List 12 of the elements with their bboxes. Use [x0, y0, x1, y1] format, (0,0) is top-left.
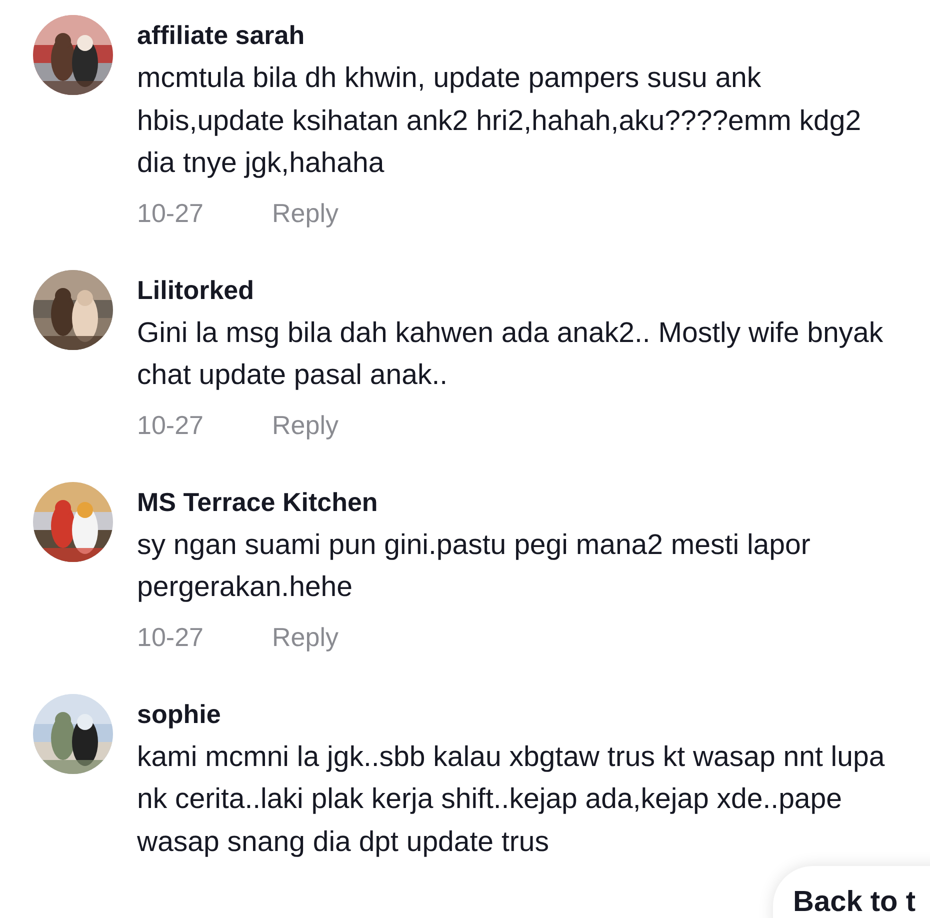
username[interactable]: MS Terrace Kitchen	[137, 484, 907, 520]
username[interactable]: Lilitorked	[137, 272, 907, 308]
comment-text: kami mcmni la jgk..sbb kalau xbgtaw trus kt wasap nnt lupa nk cerita..laki plak kerja shift..kejap ada,kejap xde..pape wasap snang dia dpt update trus	[137, 740, 886, 860]
comment-text: Gini la msg bila dah kahwen ada anak2.. Mostly wife bnyak chat update pasal anak..	[137, 316, 884, 393]
username[interactable]: sophie	[137, 696, 907, 732]
comment-text: mcmtula bila dh khwin, update pampers susu ank hbis,update ksihatan ank2 hri2,hahah,aku????emm kdg2 dia tnye jgk,hahaha	[137, 61, 862, 181]
comment-date: 10-27	[137, 408, 204, 442]
comment-date: 10-27	[137, 620, 204, 654]
username[interactable]: affiliate sarah	[137, 17, 907, 53]
back-to-top-button[interactable]: Back to t	[773, 866, 930, 918]
comment-date: 10-27	[137, 196, 204, 230]
comment-text: sy ngan suami pun gini.pastu pegi mana2 mesti lapor pergerakan.hehe	[137, 528, 812, 605]
